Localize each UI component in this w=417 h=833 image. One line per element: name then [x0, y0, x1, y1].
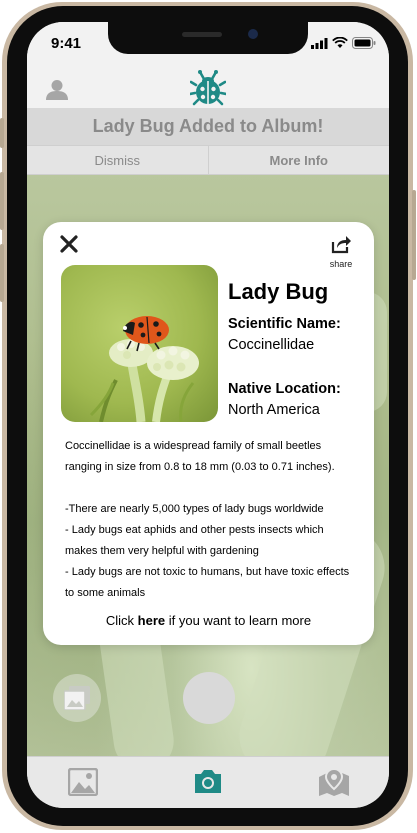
shutter-button[interactable] [183, 672, 235, 724]
volume-down-button [0, 244, 4, 302]
fact-item: - Lady bugs eat aphids and other pests i… [65, 524, 324, 557]
dismiss-button[interactable]: Dismiss [27, 146, 208, 174]
notch [108, 22, 308, 54]
camera-icon[interactable] [193, 767, 223, 795]
species-description: Coccinellidae is a widespread family of … [65, 436, 355, 604]
species-info-card: share Lady Bug Scientific Name: Coccinel… [43, 222, 374, 645]
scientific-name-value: Coccinellidae [228, 337, 315, 353]
status-time: 9:41 [51, 35, 82, 52]
toast-actions: Dismiss More Info [27, 145, 389, 175]
description-text: Coccinellidae is a widespread family of … [65, 440, 335, 473]
screen: 9:41 Lady Bug Added to Album! Dismiss Mo… [27, 22, 389, 808]
volume-up-button [0, 172, 4, 230]
tab-bar [27, 756, 389, 808]
gallery-button[interactable] [53, 674, 101, 722]
native-location-value: North America [228, 402, 320, 418]
wifi-icon [332, 37, 348, 48]
native-location-label: Native Location: [228, 381, 341, 397]
learn-more-prefix: Click [105, 613, 138, 628]
share-label: share [329, 259, 353, 269]
battery-icon [352, 37, 376, 49]
learn-more-suffix: if you want to learn more [165, 613, 312, 628]
fact-item: - Lady bugs are not toxic to humans, but… [65, 566, 350, 599]
share-icon [331, 236, 351, 254]
map-pin-icon[interactable] [318, 767, 350, 797]
person-icon[interactable] [46, 79, 68, 101]
learn-more-text: Click here if you want to learn more [43, 613, 374, 628]
power-button [412, 190, 416, 280]
front-camera [248, 29, 258, 39]
mute-switch [0, 118, 4, 148]
scientific-name-label: Scientific Name: [228, 316, 341, 332]
more-info-button[interactable]: More Info [207, 146, 390, 174]
share-button[interactable]: share [327, 234, 355, 269]
album-toast-message: Lady Bug Added to Album! [27, 108, 389, 145]
gallery-icon [64, 686, 90, 710]
learn-more-link[interactable]: here [138, 613, 165, 628]
speaker-grille [182, 32, 222, 37]
signal-icon [311, 38, 328, 49]
ladybug-photo [61, 265, 218, 422]
species-title: Lady Bug [228, 279, 329, 304]
fact-item: -There are nearly 5,000 types of lady bu… [65, 503, 324, 515]
close-icon[interactable] [60, 233, 78, 259]
ladybug-logo-icon [190, 70, 226, 106]
image-icon[interactable] [68, 768, 98, 796]
